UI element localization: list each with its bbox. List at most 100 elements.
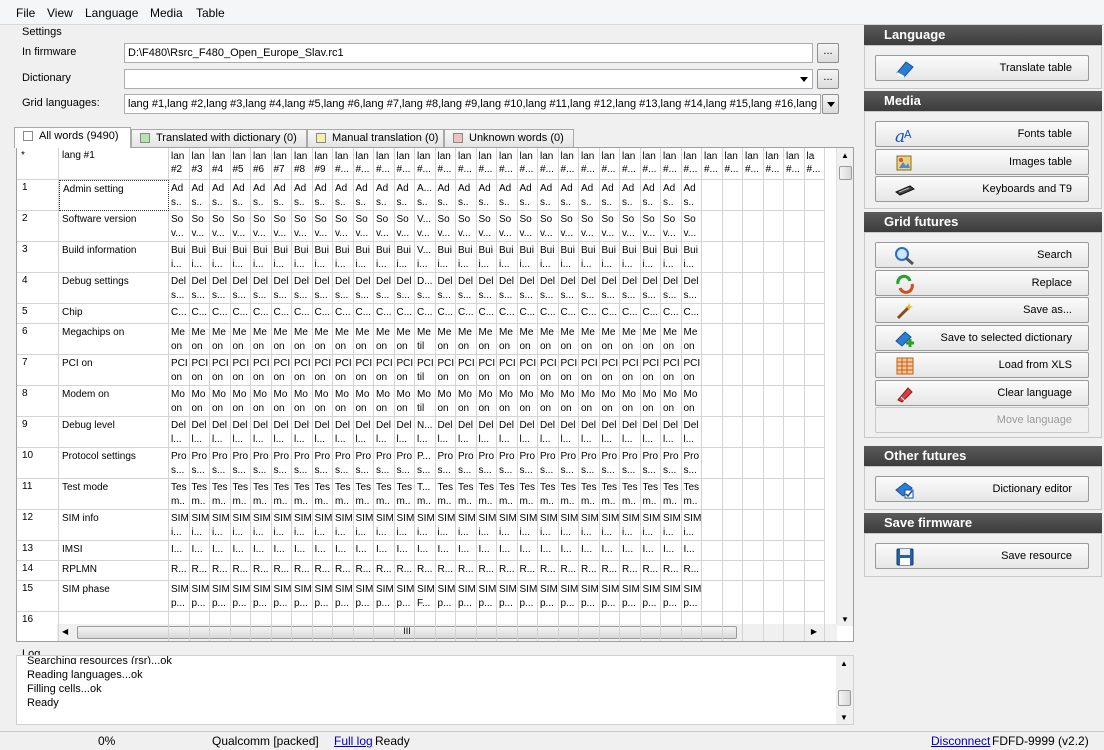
grid-cell[interactable]: SIM p... xyxy=(661,581,682,612)
grid-cell[interactable]: Pro s... xyxy=(210,448,231,479)
grid-column-header[interactable]: lan #3 xyxy=(189,148,210,180)
grid-column-header[interactable]: lang #1 xyxy=(59,148,169,180)
grid-cell[interactable]: Ad s.. xyxy=(599,180,620,211)
grid-cell[interactable]: SIM phase xyxy=(59,581,169,612)
grid-cell[interactable]: So v... xyxy=(353,211,374,242)
fonts-table-button[interactable]: aA Fonts table xyxy=(875,121,1089,147)
grid-cell[interactable]: Me on xyxy=(271,324,292,355)
grid-cell[interactable] xyxy=(743,510,764,541)
grid-cell[interactable]: Del l... xyxy=(292,417,313,448)
grid-cell[interactable]: Ad s.. xyxy=(435,180,456,211)
grid-cell[interactable] xyxy=(784,386,805,417)
grid-cell[interactable]: Pro s... xyxy=(189,448,210,479)
grid-cell[interactable]: Me on xyxy=(251,324,272,355)
grid-cell[interactable]: Mo on xyxy=(620,386,641,417)
grid-cell[interactable]: A... s.. xyxy=(415,180,436,211)
grid-cell[interactable]: Tes m.. xyxy=(292,479,313,510)
grid-cell[interactable]: SIM i... xyxy=(476,510,497,541)
grid-cell[interactable]: I... xyxy=(620,541,641,561)
grid-column-header[interactable]: lan #... xyxy=(702,148,723,180)
grid-cell[interactable]: Del s... xyxy=(230,273,251,304)
grid-cell[interactable]: PCI on xyxy=(579,355,600,386)
grid-cell[interactable]: So v... xyxy=(271,211,292,242)
grid-languages-dropdown[interactable] xyxy=(822,94,839,114)
grid-column-header[interactable]: lan #7 xyxy=(271,148,292,180)
grid-cell[interactable]: Del l... xyxy=(251,417,272,448)
grid-cell[interactable]: Del l... xyxy=(169,417,190,448)
save-resource-button[interactable]: Save resource xyxy=(875,543,1089,569)
grid-cell[interactable]: Del s... xyxy=(640,273,661,304)
grid-cell[interactable]: Bui i... xyxy=(169,242,190,273)
grid-cell[interactable] xyxy=(722,510,743,541)
grid-languages-field[interactable]: lang #1,lang #2,lang #3,lang #4,lang #5,… xyxy=(124,94,821,114)
grid-cell[interactable]: R... xyxy=(230,561,251,581)
grid-cell[interactable]: Del l... xyxy=(271,417,292,448)
grid-column-header[interactable]: lan #... xyxy=(620,148,641,180)
firmware-browse-button[interactable]: ... xyxy=(817,43,839,63)
grid-cell[interactable]: Pro s... xyxy=(640,448,661,479)
grid-cell[interactable] xyxy=(804,355,825,386)
grid-cell[interactable]: Pro s... xyxy=(456,448,477,479)
grid-column-header[interactable]: lan #8 xyxy=(292,148,313,180)
log-scrollbar[interactable]: ▲ ▼ xyxy=(836,656,853,724)
grid-cell[interactable]: Tes m.. xyxy=(230,479,251,510)
grid-cell[interactable] xyxy=(743,581,764,612)
grid-cell[interactable]: Del l... xyxy=(661,417,682,448)
grid-cell[interactable] xyxy=(251,612,272,641)
grid-cell[interactable] xyxy=(804,479,825,510)
grid-cell[interactable]: I... xyxy=(579,541,600,561)
grid-cell[interactable]: Ad s.. xyxy=(394,180,415,211)
grid-cell[interactable]: SIM i... xyxy=(599,510,620,541)
grid-cell[interactable]: Bui i... xyxy=(374,242,395,273)
grid-cell[interactable]: RPLMN xyxy=(59,561,169,581)
grid-cell[interactable] xyxy=(804,581,825,612)
grid-cell[interactable]: SIM i... xyxy=(517,510,538,541)
grid-cell[interactable] xyxy=(702,612,723,641)
grid-cell[interactable]: Pro s... xyxy=(599,448,620,479)
grid-cell[interactable]: Tes m.. xyxy=(599,479,620,510)
scroll-down-icon[interactable]: ▼ xyxy=(841,615,849,624)
grid-cell[interactable]: Del l... xyxy=(353,417,374,448)
grid-cell[interactable]: PCI on xyxy=(435,355,456,386)
grid-cell[interactable]: Mo on xyxy=(230,386,251,417)
grid-cell[interactable]: Pro s... xyxy=(353,448,374,479)
grid-cell[interactable] xyxy=(702,386,723,417)
grid-cell[interactable]: Ad s.. xyxy=(620,180,641,211)
grid-cell[interactable]: Tes m.. xyxy=(681,479,702,510)
grid-cell[interactable]: I... xyxy=(640,541,661,561)
words-grid[interactable]: ▲ ▼ ◀ III ▶ * lang #1 lan #2 lan #3 lan #4 lan #5… xyxy=(16,147,854,642)
grid-cell[interactable]: Bui i... xyxy=(620,242,641,273)
grid-cell[interactable]: Del l... xyxy=(497,417,518,448)
grid-cell[interactable]: Del l... xyxy=(681,417,702,448)
grid-cell[interactable]: C... xyxy=(333,304,354,324)
grid-column-header[interactable]: lan #... xyxy=(415,148,436,180)
grid-cell[interactable]: Ad s.. xyxy=(640,180,661,211)
images-table-button[interactable]: Images table xyxy=(875,149,1089,175)
grid-cell[interactable]: Tes m.. xyxy=(558,479,579,510)
grid-cell[interactable]: Tes m.. xyxy=(374,479,395,510)
grid-cell[interactable]: Bui i... xyxy=(210,242,231,273)
grid-cell[interactable]: Mo on xyxy=(251,386,272,417)
grid-cell[interactable]: SIM p... xyxy=(538,581,559,612)
grid-column-header[interactable]: lan #... xyxy=(743,148,764,180)
grid-cell[interactable]: Mo on xyxy=(169,386,190,417)
grid-column-header[interactable]: lan #... xyxy=(538,148,559,180)
grid-cell[interactable]: C... xyxy=(435,304,456,324)
grid-cell[interactable]: Ad s.. xyxy=(292,180,313,211)
grid-cell[interactable] xyxy=(292,612,313,641)
grid-cell[interactable] xyxy=(702,324,723,355)
grid-cell[interactable]: Del s... xyxy=(579,273,600,304)
grid-cell[interactable]: C... xyxy=(169,304,190,324)
grid-cell[interactable]: PCI on xyxy=(271,355,292,386)
grid-cell[interactable] xyxy=(743,324,764,355)
grid-cell[interactable] xyxy=(313,612,333,641)
grid-cell[interactable]: R... xyxy=(394,561,415,581)
grid-column-header[interactable]: lan #... xyxy=(517,148,538,180)
grid-cell[interactable]: Me til xyxy=(415,324,436,355)
grid-cell[interactable]: SIM p... xyxy=(456,581,477,612)
grid-cell[interactable]: Software version xyxy=(59,211,169,242)
grid-column-header[interactable]: lan #... xyxy=(661,148,682,180)
grid-cell[interactable]: Bui i... xyxy=(497,242,518,273)
disconnect-link[interactable]: Disconnect xyxy=(931,734,990,748)
search-button[interactable]: Search xyxy=(875,242,1089,268)
